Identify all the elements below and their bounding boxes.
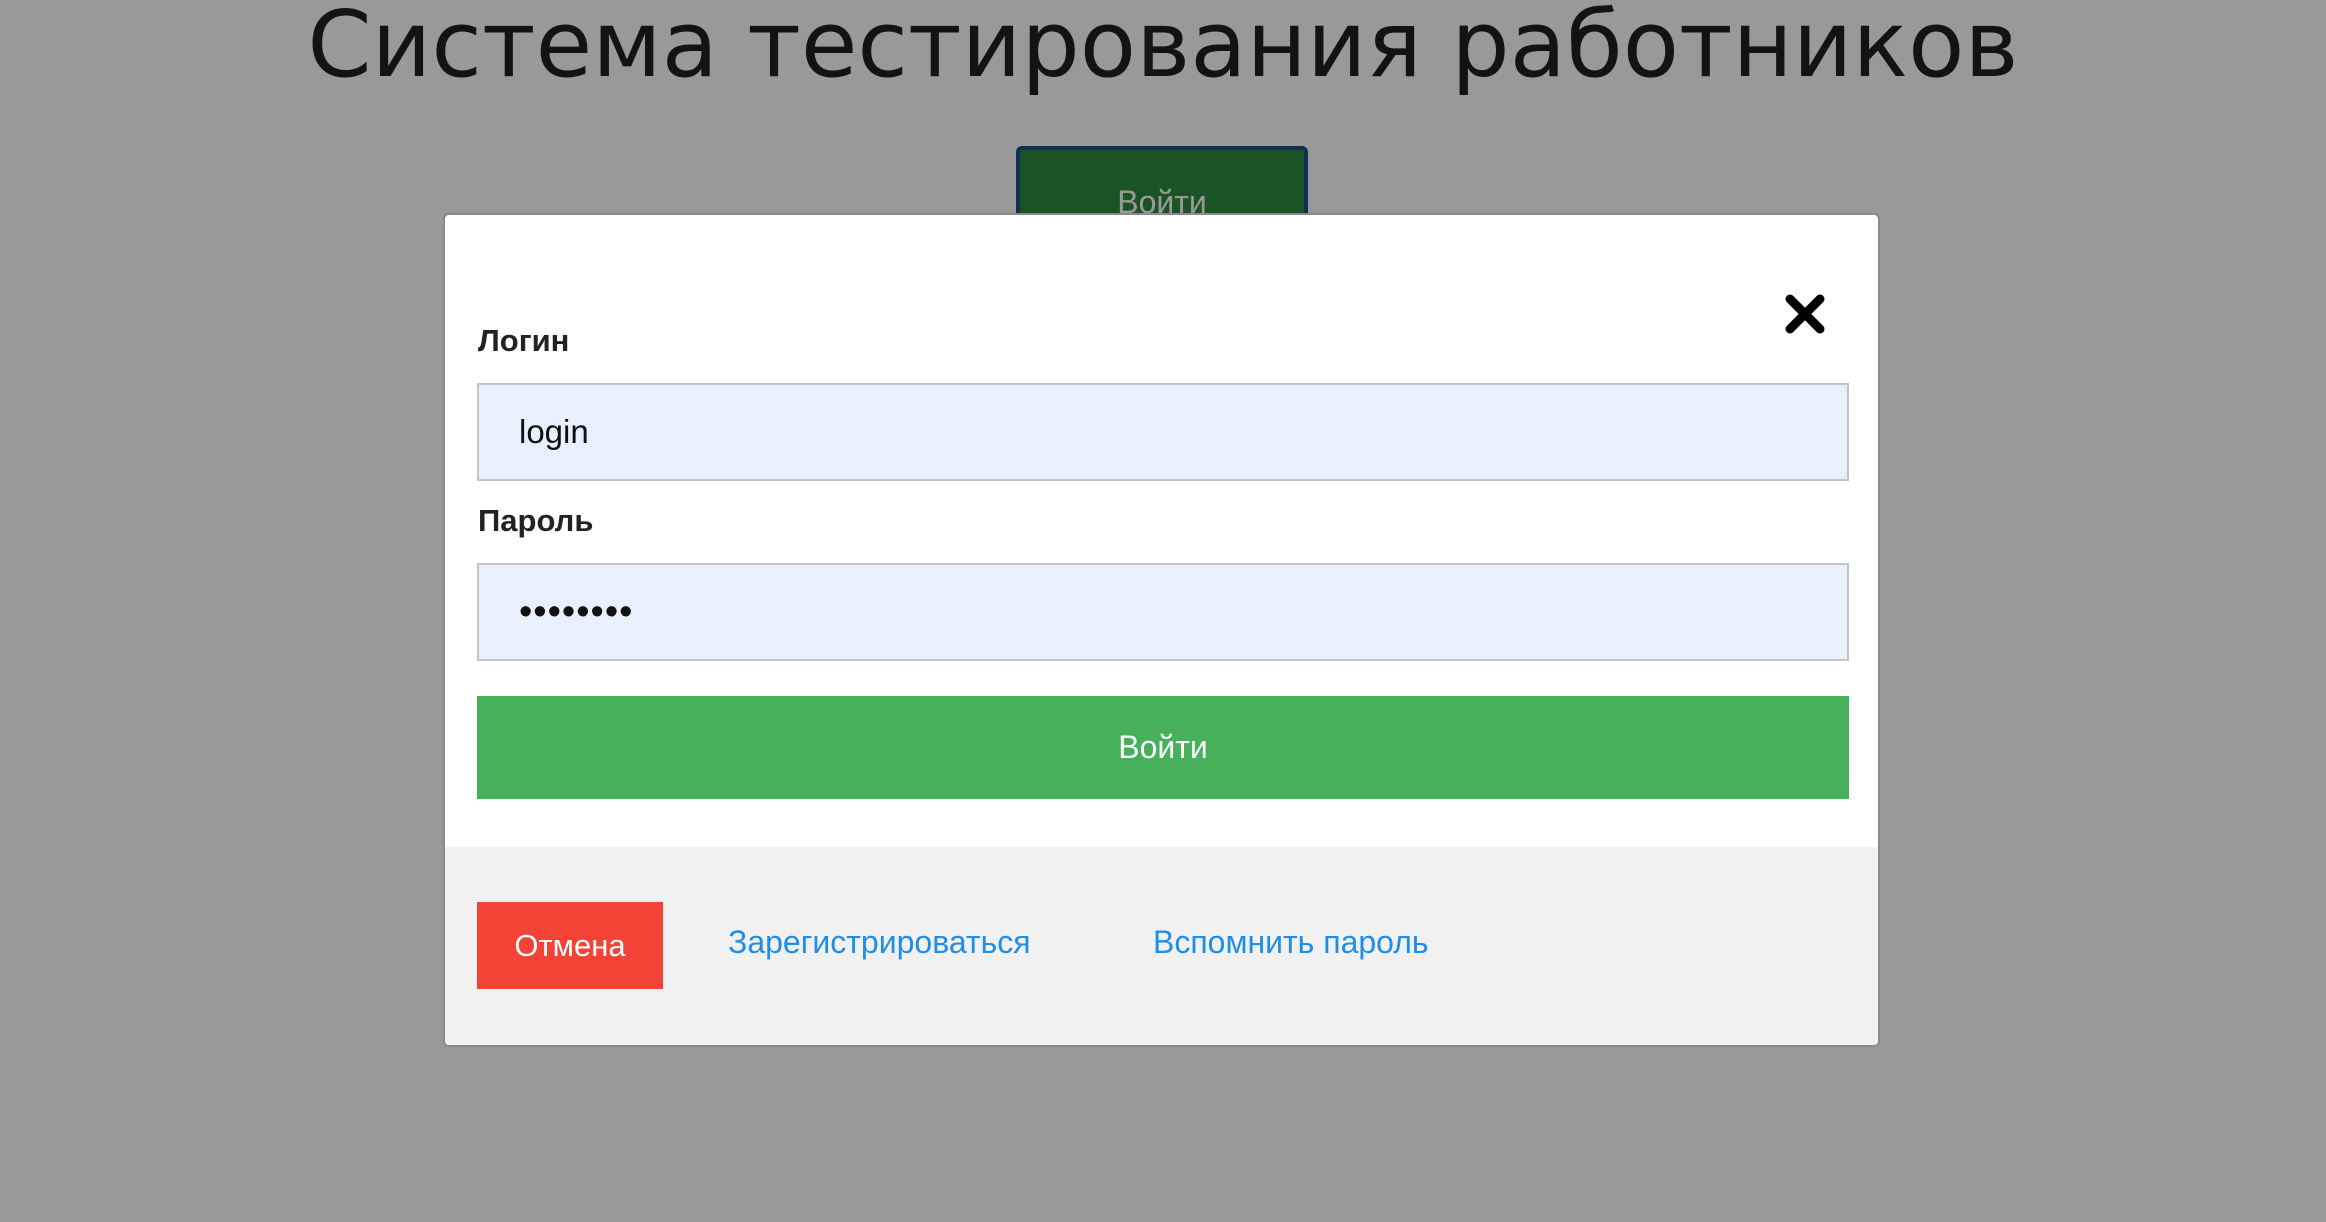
login-modal: Логин Пароль Войти Отмена Зарегистрирова… (443, 213, 1880, 1047)
cancel-button[interactable]: Отмена (477, 902, 663, 989)
page: Система тестирования работников Войти Ло… (0, 0, 2326, 1222)
password-input[interactable] (477, 563, 1849, 661)
password-label: Пароль (478, 503, 594, 538)
modal-footer: Отмена Зарегистрироваться Вспомнить паро… (445, 847, 1878, 1045)
remember-password-link[interactable]: Вспомнить пароль (1153, 924, 1429, 961)
close-icon[interactable] (1782, 291, 1828, 337)
register-link[interactable]: Зарегистрироваться (728, 924, 1031, 961)
login-label: Логин (478, 323, 570, 358)
submit-login-button[interactable]: Войти (477, 696, 1849, 799)
login-input[interactable] (477, 383, 1849, 481)
